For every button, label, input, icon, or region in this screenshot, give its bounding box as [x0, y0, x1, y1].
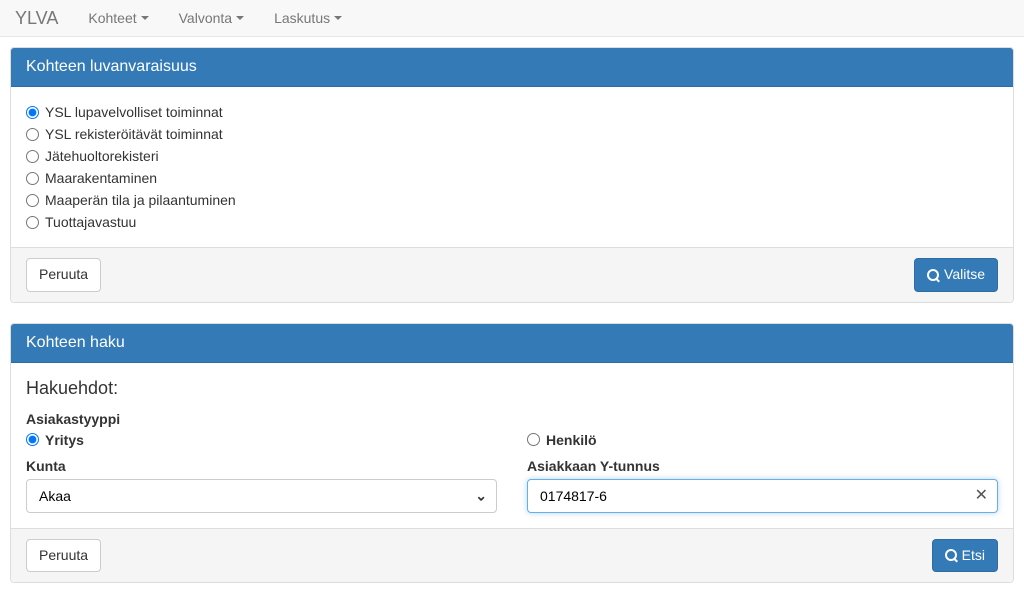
radio-yritys[interactable]: Yritys	[26, 432, 497, 448]
radio-label: Yritys	[45, 432, 84, 448]
panel-luvanvaraisuus: Kohteen luvanvaraisuus YSL lupavelvollis…	[10, 47, 1014, 303]
caret-icon	[236, 16, 244, 20]
navbar-brand: YLVA	[15, 0, 73, 37]
search-icon	[945, 549, 957, 561]
clear-button[interactable]: ✕	[975, 488, 988, 504]
caret-icon	[141, 16, 149, 20]
asiakastyyppi-label: Asiakastyyppi	[26, 411, 998, 427]
kunta-label: Kunta	[26, 458, 497, 474]
nav-kohteet[interactable]: Kohteet	[73, 2, 163, 34]
valitse-button[interactable]: Valitse	[914, 258, 998, 292]
caret-icon	[334, 16, 342, 20]
navbar: YLVA Kohteet Valvonta Laskutus	[0, 0, 1024, 37]
radio-input[interactable]	[26, 128, 39, 141]
panel-haku: Kohteen haku Hakuehdot: Asiakastyyppi Yr…	[10, 323, 1014, 584]
button-label: Valitse	[944, 265, 985, 285]
nav-valvonta[interactable]: Valvonta	[164, 2, 259, 34]
radio-input[interactable]	[26, 194, 39, 207]
radio-label: Maaperän tila ja pilaantuminen	[45, 192, 236, 208]
nav-label: Kohteet	[88, 10, 136, 26]
radio-option-ysl-rekisteri[interactable]: YSL rekisteröitävät toiminnat	[26, 124, 998, 144]
button-label: Peruuta	[39, 546, 88, 566]
radio-henkilo[interactable]: Henkilö	[527, 432, 998, 448]
radio-option-ysl-lupa[interactable]: YSL lupavelvolliset toiminnat	[26, 102, 998, 122]
nav-label: Valvonta	[179, 10, 232, 26]
radio-option-maaperan[interactable]: Maaperän tila ja pilaantuminen	[26, 190, 998, 210]
radio-input[interactable]	[26, 106, 39, 119]
section-title: Hakuehdot:	[26, 378, 998, 399]
radio-label: YSL rekisteröitävät toiminnat	[45, 126, 223, 142]
kunta-select[interactable]: Akaa	[26, 479, 497, 513]
radio-input[interactable]	[26, 216, 39, 229]
radio-option-tuottajavastuu[interactable]: Tuottajavastuu	[26, 212, 998, 232]
radio-label: Henkilö	[546, 432, 597, 448]
radio-option-jatehuolto[interactable]: Jätehuoltorekisteri	[26, 146, 998, 166]
radio-list: YSL lupavelvolliset toiminnat YSL rekist…	[26, 102, 998, 232]
etsi-button[interactable]: Etsi	[932, 539, 998, 573]
panel-title: Kohteen haku	[11, 324, 1013, 363]
nav-label: Laskutus	[274, 10, 330, 26]
close-icon: ✕	[975, 487, 988, 504]
cancel-button[interactable]: Peruuta	[26, 539, 101, 573]
radio-label: YSL lupavelvolliset toiminnat	[45, 104, 223, 120]
search-icon	[927, 269, 939, 281]
radio-option-maarakentaminen[interactable]: Maarakentaminen	[26, 168, 998, 188]
nav-laskutus[interactable]: Laskutus	[259, 2, 357, 34]
cancel-button[interactable]: Peruuta	[26, 258, 101, 292]
radio-input[interactable]	[26, 172, 39, 185]
radio-input[interactable]	[26, 433, 39, 446]
button-label: Peruuta	[39, 265, 88, 285]
ytunnus-input[interactable]	[527, 479, 998, 513]
panel-title: Kohteen luvanvaraisuus	[11, 48, 1013, 87]
button-label: Etsi	[962, 546, 985, 566]
radio-label: Jätehuoltorekisteri	[45, 148, 159, 164]
ytunnus-label: Asiakkaan Y-tunnus	[527, 458, 998, 474]
radio-input[interactable]	[26, 150, 39, 163]
radio-input[interactable]	[527, 433, 540, 446]
radio-label: Maarakentaminen	[45, 170, 157, 186]
radio-label: Tuottajavastuu	[45, 214, 136, 230]
